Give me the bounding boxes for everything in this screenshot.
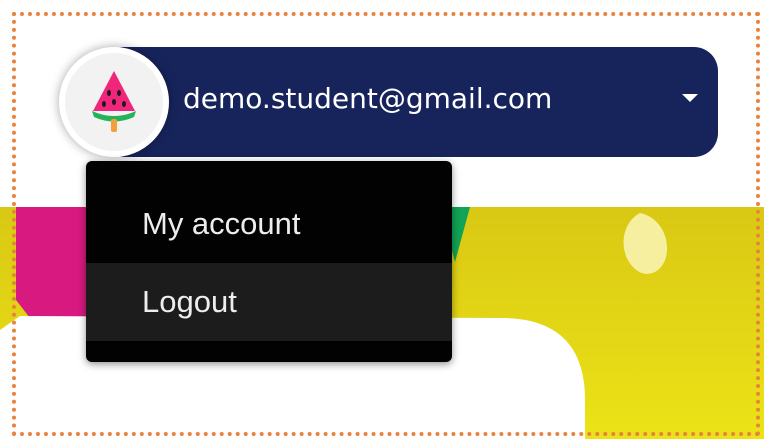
user-dropdown-menu: My account Logout — [86, 161, 452, 362]
menu-item-logout[interactable]: Logout — [86, 263, 452, 341]
watermelon-popsicle-icon — [92, 71, 136, 132]
user-menu-toggle[interactable]: demo.student@gmail.com — [100, 47, 718, 157]
caret-down-icon — [682, 94, 698, 102]
avatar[interactable] — [59, 47, 169, 157]
menu-item-my-account[interactable]: My account — [86, 185, 452, 263]
user-email: demo.student@gmail.com — [183, 82, 553, 115]
